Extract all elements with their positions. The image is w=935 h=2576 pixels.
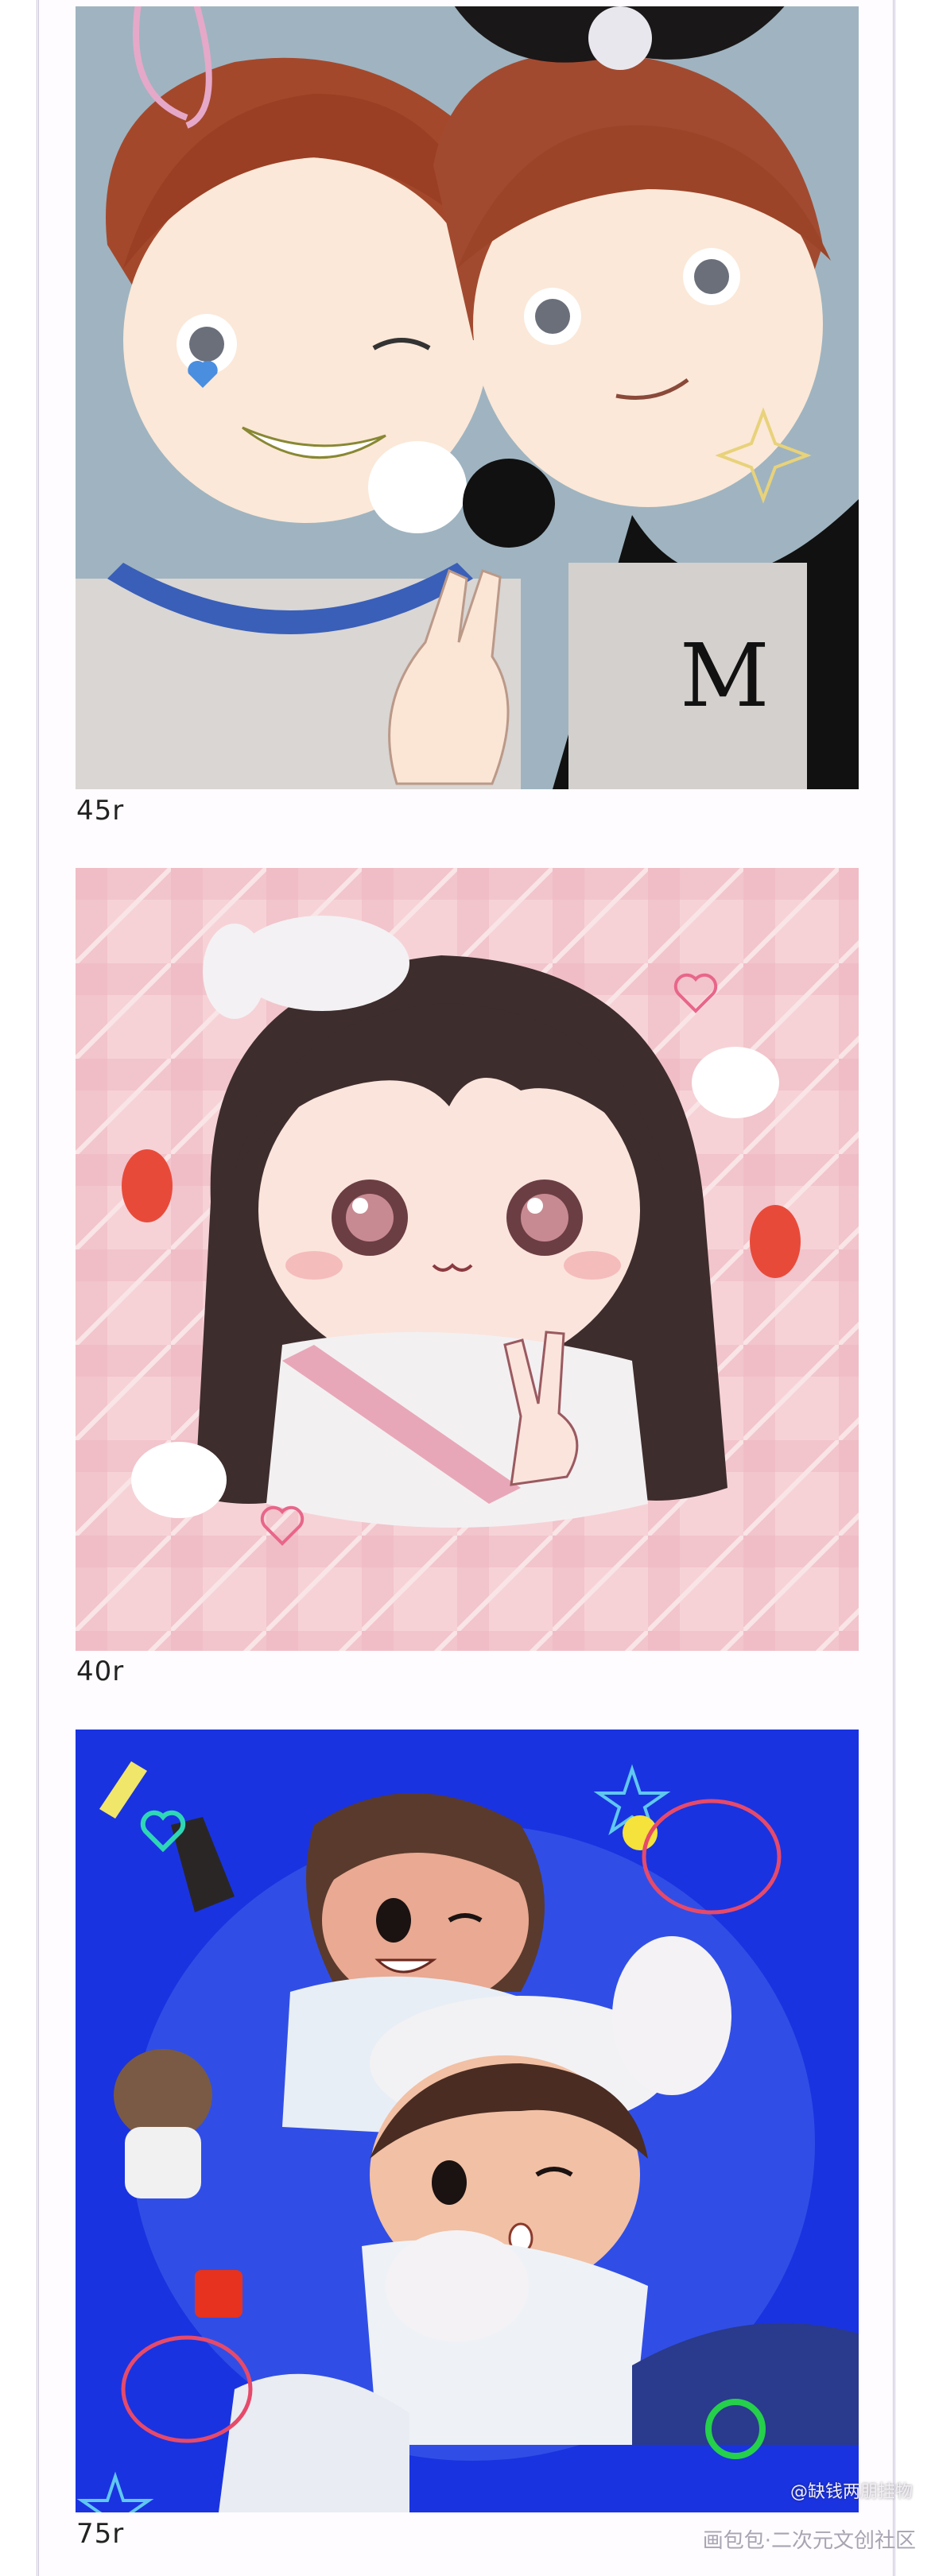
price-label-3: 75r: [76, 2518, 125, 2550]
artwork-card-3[interactable]: [76, 1730, 859, 2512]
artwork-image-chibi-duo: [76, 1730, 859, 2512]
price-label-2: 40r: [76, 1656, 125, 1687]
artwork-card-1[interactable]: M: [76, 6, 859, 789]
watermark-author: @缺钱两朋挂物: [790, 2482, 913, 2502]
artwork-card-2[interactable]: [76, 868, 859, 1651]
watermark-site: 画包包·二次元文创社区: [702, 2529, 916, 2553]
svg-text:M: M: [680, 625, 770, 726]
price-label-1: 45r: [76, 795, 125, 827]
artwork-image-chibi-girl: [76, 868, 859, 1651]
artwork-image-couple: M: [76, 6, 859, 789]
